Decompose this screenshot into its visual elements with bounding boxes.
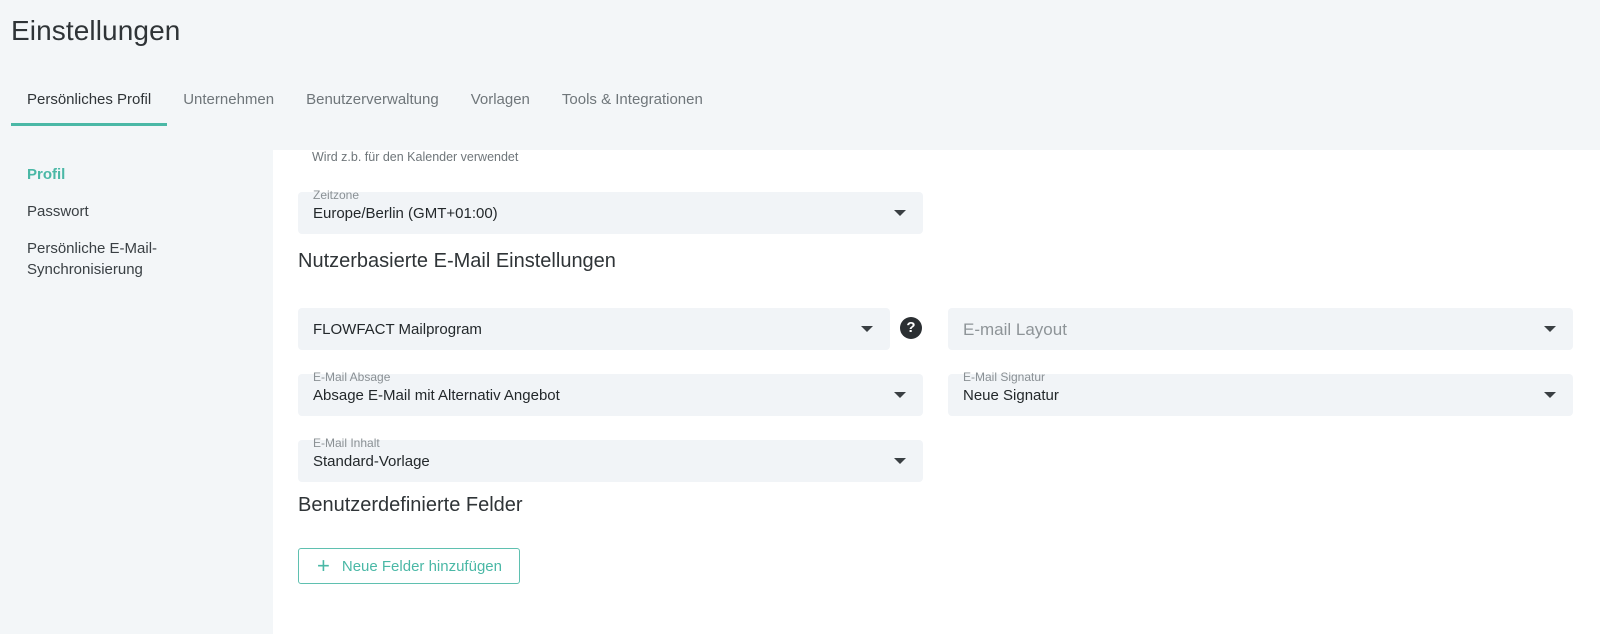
tab-bar: Persönliches Profil Unternehmen Benutzer… [11,80,719,126]
plus-icon: + [317,553,330,578]
tab-tools-integrations[interactable]: Tools & Integrationen [546,80,719,125]
email-inhalt-label: E-Mail Inhalt [313,436,380,450]
page-title: Einstellungen [11,15,181,46]
email-absage-value: Absage E-Mail mit Alternativ Angebot [313,387,560,404]
email-inhalt-value: Standard-Vorlage [313,453,430,470]
caret-down-icon [894,458,906,464]
email-layout-select[interactable]: E-mail Layout [948,308,1573,350]
caret-down-icon [894,210,906,216]
caret-down-icon [1544,392,1556,398]
email-signatur-value: Neue Signatur [963,387,1059,404]
email-layout-placeholder: E-mail Layout [963,320,1067,339]
tab-company[interactable]: Unternehmen [167,80,290,125]
custom-fields-title: Benutzerdefinierte Felder [298,494,523,516]
settings-panel: Wird z.b. für den Kalender verwendet Zei… [273,150,1600,634]
tab-personal-profile[interactable]: Persönliches Profil [11,80,168,126]
sidebar-item-email-sync-line2: Synchronisierung [27,261,143,278]
help-icon[interactable]: ? [900,317,922,339]
caret-down-icon [1544,326,1556,332]
calendar-hint: Wird z.b. für den Kalender verwendet [312,150,519,164]
sidebar-nav: Profil Passwort Persönliche E-Mail- Sync… [27,164,237,296]
sidebar-item-profile[interactable]: Profil [27,164,237,185]
email-absage-label: E-Mail Absage [313,370,391,384]
sidebar-item-email-sync[interactable]: Persönliche E-Mail- Synchronisierung [27,238,237,280]
caret-down-icon [861,326,873,332]
mail-program-select[interactable]: FLOWFACT Mailprogram [298,308,890,350]
email-inhalt-select[interactable]: E-Mail Inhalt Standard-Vorlage [298,436,923,482]
add-fields-button[interactable]: + Neue Felder hinzufügen [298,548,520,584]
timezone-label: Zeitzone [313,188,360,202]
email-absage-select[interactable]: E-Mail Absage Absage E-Mail mit Alternat… [298,370,923,416]
timezone-value: Europe/Berlin (GMT+01:00) [313,205,498,222]
tab-templates[interactable]: Vorlagen [455,80,546,125]
email-signatur-select[interactable]: E-Mail Signatur Neue Signatur [948,370,1573,416]
timezone-select[interactable]: Zeitzone Europe/Berlin (GMT+01:00) [298,188,923,234]
tab-user-management[interactable]: Benutzerverwaltung [290,80,455,125]
email-signatur-label: E-Mail Signatur [963,370,1046,384]
add-fields-label: Neue Felder hinzufügen [341,557,502,575]
sidebar-item-password[interactable]: Passwort [27,201,237,222]
mail-program-value: FLOWFACT Mailprogram [313,321,482,338]
sidebar-item-email-sync-line1: Persönliche E-Mail- [27,240,158,257]
caret-down-icon [894,392,906,398]
email-settings-title: Nutzerbasierte E-Mail Einstellungen [298,250,616,272]
